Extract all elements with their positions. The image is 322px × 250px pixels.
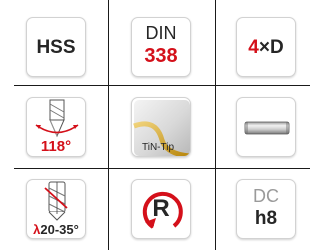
grid-divider-vertical-2 xyxy=(215,0,216,250)
grid-divider-horizontal-1 xyxy=(14,85,310,86)
length-ratio-value: 4 xyxy=(248,37,259,58)
standard-din-tile: DIN 338 xyxy=(131,17,191,77)
cylindrical-shank-icon xyxy=(244,121,290,135)
din-label: DIN xyxy=(145,23,177,43)
grid-divider-vertical-1 xyxy=(108,0,109,250)
point-angle-tile: 118° xyxy=(26,97,86,157)
diameter-label: DC xyxy=(253,186,279,206)
rotation-direction-tile: R xyxy=(131,179,191,239)
point-angle-value: 118° xyxy=(40,138,72,155)
rotation-letter: R xyxy=(152,195,170,222)
length-ratio-label: 4×D xyxy=(237,37,295,59)
shank-type-tile xyxy=(236,97,296,157)
din-number: 338 xyxy=(144,45,178,67)
diameter-tolerance-tile: DC h8 xyxy=(236,179,296,239)
tolerance-value: h8 xyxy=(254,208,278,229)
coating-tile: TiN-Tip xyxy=(131,97,191,157)
material-hss-tile: HSS xyxy=(26,17,86,77)
helix-angle-label: λ20-35° xyxy=(27,222,85,237)
length-ratio-symbol: ×D xyxy=(258,37,284,58)
grid-divider-horizontal-2 xyxy=(14,168,310,169)
material-hss-label: HSS xyxy=(36,37,76,58)
helix-angle-range: 20-35° xyxy=(40,222,79,237)
helix-angle-tile: λ20-35° xyxy=(26,179,86,239)
coating-label: TiN-Tip xyxy=(141,142,175,153)
length-ratio-tile: 4×D xyxy=(236,17,296,77)
